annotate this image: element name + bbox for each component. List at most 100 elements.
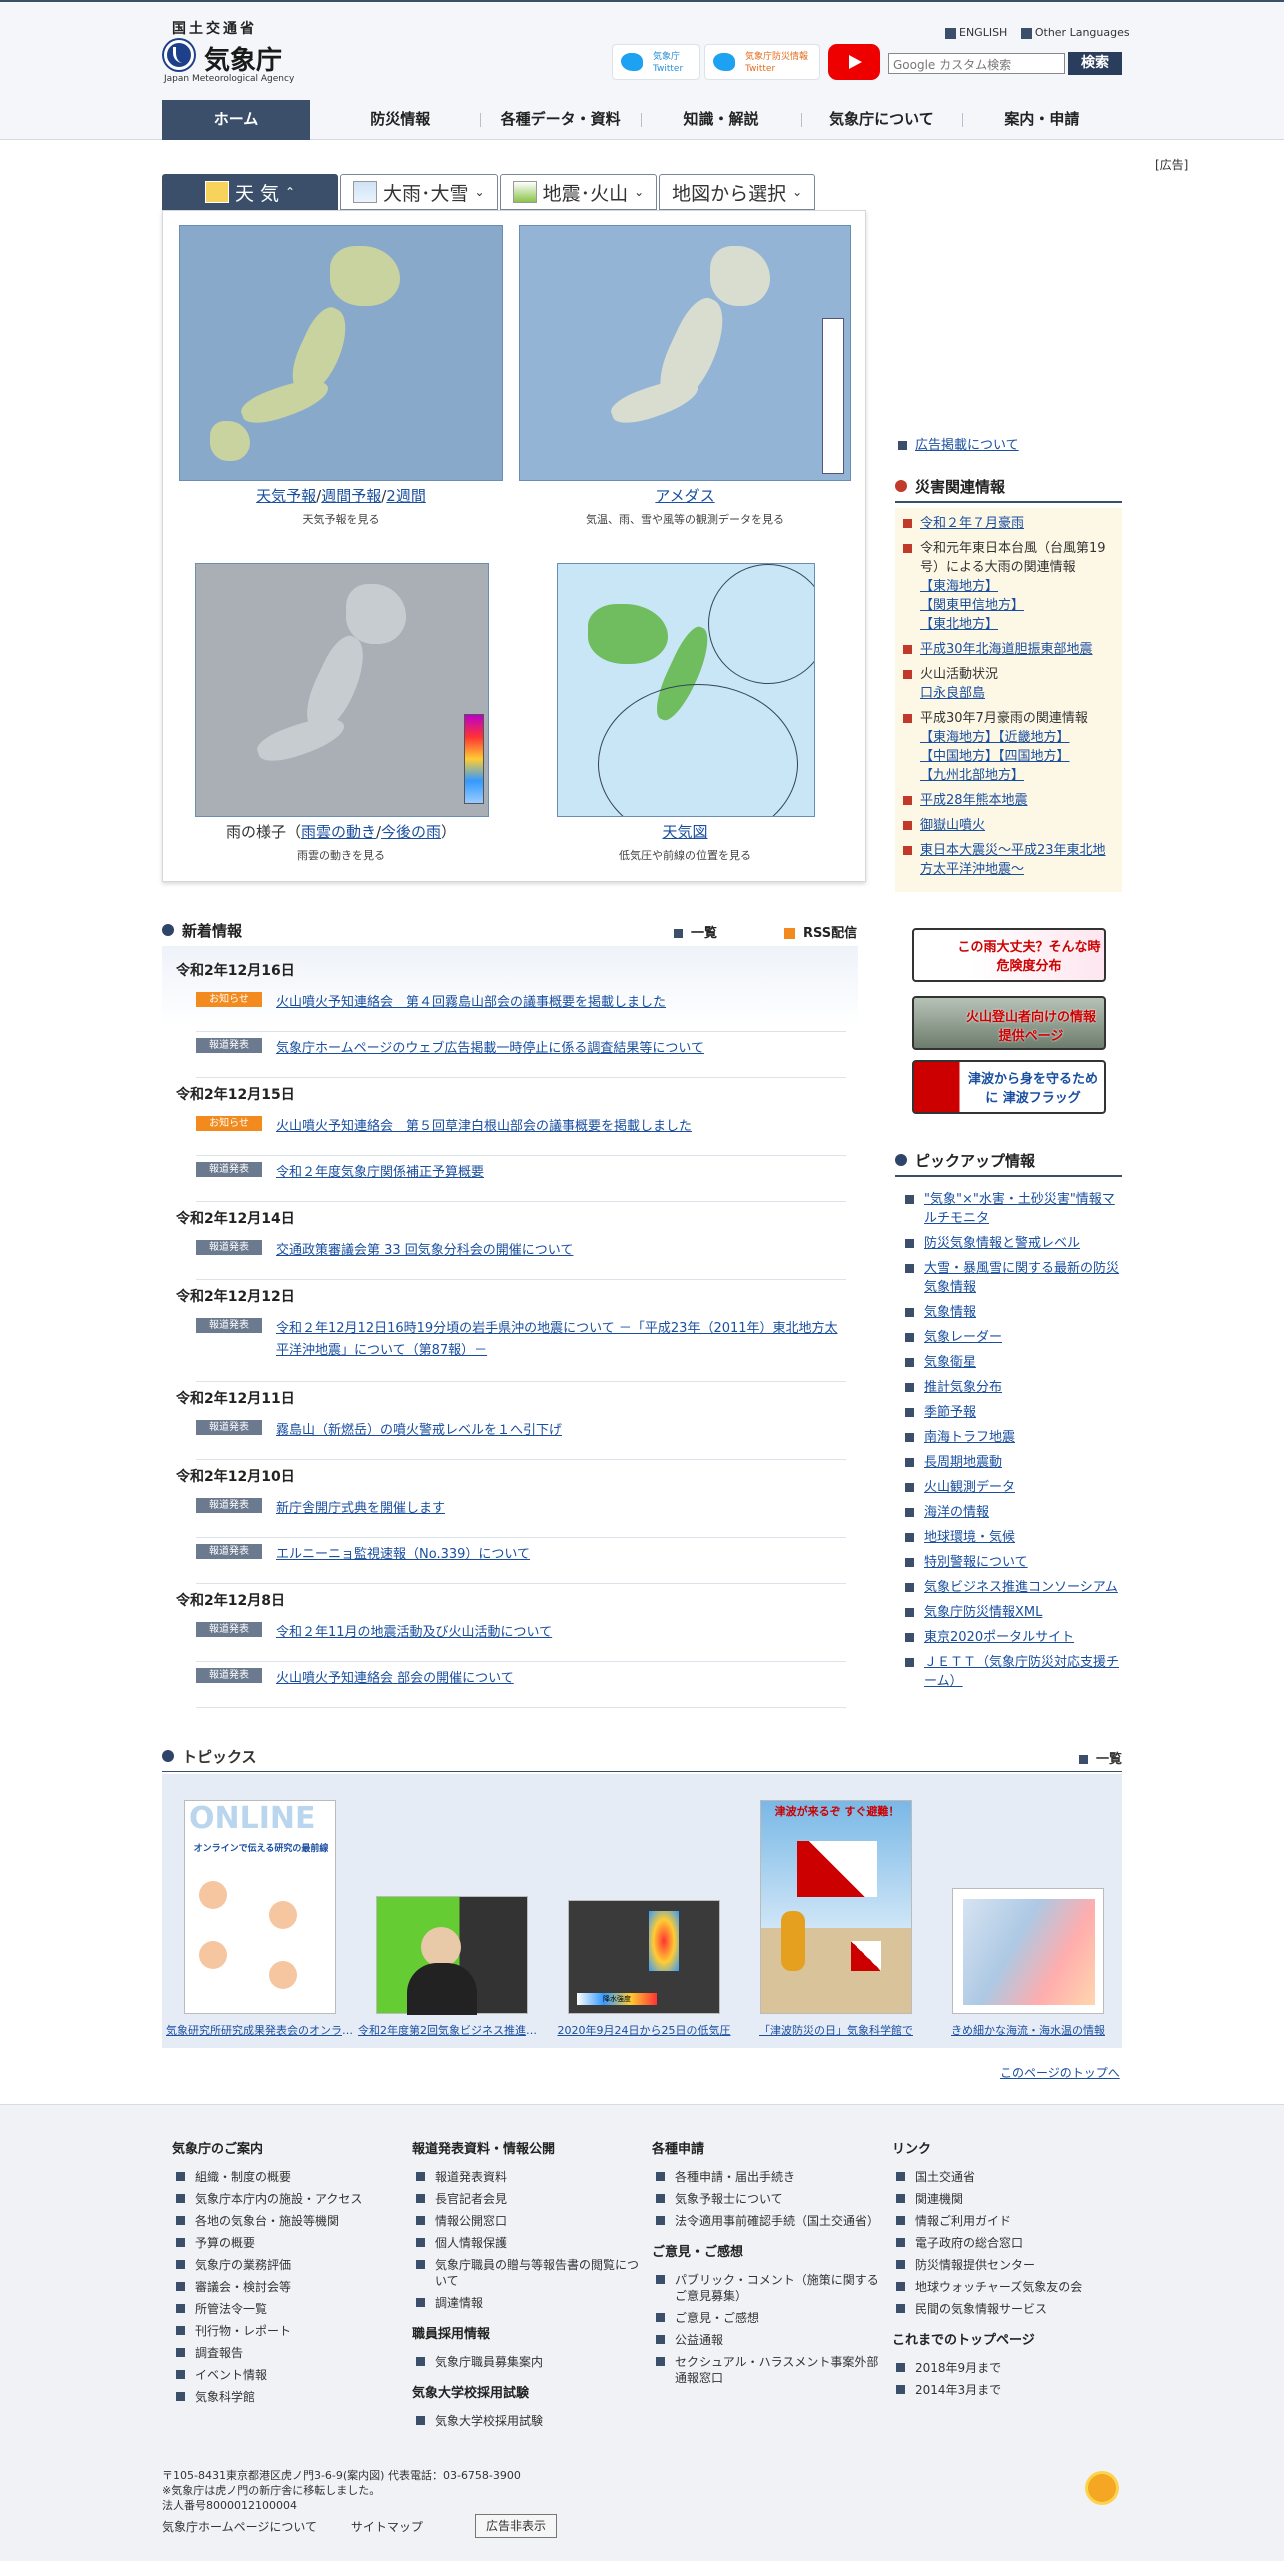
sitemap-link[interactable]: サイトマップ <box>351 2520 423 2534</box>
footer-link[interactable]: 法令適用事前確認手続（国土交通省） <box>675 2213 879 2229</box>
pickup-item[interactable]: 火山観測データ <box>895 1478 1122 1497</box>
topics-list-link[interactable]: 一覧 <box>1078 1748 1122 1767</box>
footer-link[interactable]: 情報公開窓口 <box>435 2213 507 2229</box>
footer-item[interactable]: パブリック・コメント（施策に関するご意見募集） <box>652 2272 882 2304</box>
footer-link[interactable]: 気象庁職員募集案内 <box>435 2354 543 2370</box>
footer-link[interactable]: 気象庁職員の贈与等報告書の閲覧について <box>435 2257 642 2289</box>
footer-item[interactable]: 調査報告 <box>172 2345 402 2361</box>
pickup-item[interactable]: 気象情報 <box>895 1303 1122 1322</box>
pickup-link[interactable]: 気象レーダー <box>924 1328 1002 1347</box>
footer-item[interactable]: 刊行物・レポート <box>172 2323 402 2339</box>
footer-item[interactable]: 組織・制度の概要 <box>172 2169 402 2185</box>
footer-item[interactable]: 公益通報 <box>652 2332 882 2348</box>
pickup-link[interactable]: 気象庁防災情報XML <box>924 1603 1042 1622</box>
hide-ad-button[interactable]: 広告非表示 <box>475 2514 557 2538</box>
topic-title[interactable]: 気象研究所研究成果発表会のオンライン開催 <box>166 2022 354 2038</box>
footer-item[interactable]: セクシュアル・ハラスメント事案外部通報窓口 <box>652 2354 882 2386</box>
news-list-link[interactable]: 一覧 <box>674 922 717 941</box>
footer-link[interactable]: 調査報告 <box>195 2345 243 2361</box>
twitter-disaster-button[interactable]: 気象庁防災情報 Twitter <box>704 44 820 80</box>
footer-item[interactable]: ご意見・ご感想 <box>652 2310 882 2326</box>
weather-chart-map[interactable] <box>557 563 815 817</box>
footer-link[interactable]: 審議会・検討会等 <box>195 2279 291 2295</box>
footer-item[interactable]: 各地の気象台・施設等機関 <box>172 2213 402 2229</box>
footer-item[interactable]: 気象庁職員の贈与等報告書の閲覧について <box>412 2257 642 2289</box>
pickup-item[interactable]: 南海トラフ地震 <box>895 1428 1122 1447</box>
youtube-icon[interactable] <box>828 44 880 80</box>
news-link[interactable]: 令和２年11月の地震活動及び火山活動について <box>276 1622 846 1644</box>
nav-home[interactable]: ホーム <box>162 100 310 140</box>
footer-item[interactable]: 気象科学館 <box>172 2389 402 2405</box>
tab-map-select[interactable]: 地図から選択 ⌄ <box>659 174 816 210</box>
footer-link[interactable]: 防災情報提供センター <box>915 2257 1035 2273</box>
pickup-item[interactable]: 特別警報について <box>895 1553 1122 1572</box>
nav-knowledge[interactable]: 知識・解説 <box>640 100 801 140</box>
mascot-icon[interactable] <box>1088 2474 1116 2502</box>
pickup-item[interactable]: 推計気象分布 <box>895 1378 1122 1397</box>
footer-link[interactable]: ご意見・ご感想 <box>675 2310 759 2326</box>
footer-item[interactable]: 各種申請・届出手続き <box>652 2169 882 2185</box>
pickup-link[interactable]: 南海トラフ地震 <box>924 1428 1015 1447</box>
footer-link[interactable]: 報道発表資料 <box>435 2169 507 2185</box>
search-button[interactable]: 検索 <box>1068 52 1122 75</box>
other-languages-link[interactable]: Other Languages <box>1035 26 1130 39</box>
pickup-item[interactable]: 東京2020ポータルサイト <box>895 1628 1122 1647</box>
footer-item[interactable]: 国土交通省 <box>892 2169 1122 2185</box>
pickup-link[interactable]: 季節予報 <box>924 1403 976 1422</box>
amedas-map[interactable] <box>519 225 851 481</box>
disaster-link[interactable]: 【東北地方】 <box>920 615 1114 634</box>
pickup-link[interactable]: 気象衛星 <box>924 1353 976 1372</box>
ad-info-link-text[interactable]: 広告掲載について <box>915 438 1019 453</box>
footer-link[interactable]: 国土交通省 <box>915 2169 975 2185</box>
disaster-link[interactable]: 御嶽山噴火 <box>920 816 985 835</box>
footer-link[interactable]: 所管法令一覧 <box>195 2301 267 2317</box>
footer-item[interactable]: イベント情報 <box>172 2367 402 2383</box>
pickup-item[interactable]: "気象"×"水害・土砂災害"情報マルチモニタ <box>895 1190 1122 1228</box>
footer-link[interactable]: イベント情報 <box>195 2367 267 2383</box>
weather-chart-link-text[interactable]: 天気図 <box>662 823 707 841</box>
forecast-link[interactable]: 天気予報 <box>256 487 316 505</box>
footer-item[interactable]: 法令適用事前確認手続（国土交通省） <box>652 2213 882 2229</box>
footer-link[interactable]: 気象科学館 <box>195 2389 255 2405</box>
footer-item[interactable]: 所管法令一覧 <box>172 2301 402 2317</box>
news-link[interactable]: 令和２年度気象庁関係補正予算概要 <box>276 1162 846 1184</box>
footer-item[interactable]: 気象庁本庁内の施設・アクセス <box>172 2191 402 2207</box>
about-site-link[interactable]: 気象庁ホームページについて <box>162 2520 317 2534</box>
news-link[interactable]: エルニーニョ監視速報（No.339）について <box>276 1544 846 1566</box>
pickup-link[interactable]: 気象情報 <box>924 1303 976 1322</box>
footer-link[interactable]: 関連機関 <box>915 2191 963 2207</box>
footer-item[interactable]: 地球ウォッチャーズ気象友の会 <box>892 2279 1122 2295</box>
topic-card[interactable]: 降水強度 2020年9月24日から25日の低気圧 <box>550 1900 738 2038</box>
topic-title[interactable]: 2020年9月24日から25日の低気圧 <box>550 2022 738 2038</box>
jma-logo[interactable]: 国土交通省 気象庁 Japan Meteorological Agency <box>162 18 302 88</box>
footer-item[interactable]: 気象庁の業務評価 <box>172 2257 402 2273</box>
footer-item[interactable]: 電子政府の総合窓口 <box>892 2235 1122 2251</box>
disaster-link[interactable]: 令和２年７月豪雨 <box>920 514 1024 533</box>
pickup-item[interactable]: 大雪・暴風雪に関する最新の防災気象情報 <box>895 1259 1122 1297</box>
news-link[interactable]: 霧島山（新燃岳）の噴火警戒レベルを１へ引下げ <box>276 1420 846 1442</box>
tab-heavy-rain[interactable]: 大雨･大雪 ⌄ <box>340 174 498 210</box>
amedas-link-text[interactable]: アメダス <box>655 487 714 505</box>
footer-link[interactable]: 各地の気象台・施設等機関 <box>195 2213 339 2229</box>
footer-item[interactable]: 民間の気象情報サービス <box>892 2301 1122 2317</box>
pickup-link[interactable]: 東京2020ポータルサイト <box>924 1628 1074 1647</box>
volcano-climber-banner[interactable]: 火山登山者向けの情報提供ページ <box>912 996 1106 1050</box>
footer-link[interactable]: 調達情報 <box>435 2295 483 2311</box>
search-input[interactable]: Google カスタム検索 <box>888 53 1065 74</box>
footer-item[interactable]: 情報公開窓口 <box>412 2213 642 2229</box>
tab-weather[interactable]: 天 気 ⌃ <box>162 174 338 210</box>
pickup-link[interactable]: "気象"×"水害・土砂災害"情報マルチモニタ <box>924 1190 1122 1228</box>
news-link[interactable]: 新庁舎開庁式典を開催します <box>276 1498 846 1520</box>
page-top-link-text[interactable]: このページのトップへ <box>1000 2066 1120 2080</box>
footer-link[interactable]: 個人情報保護 <box>435 2235 507 2251</box>
footer-item[interactable]: 審議会・検討会等 <box>172 2279 402 2295</box>
pickup-link[interactable]: 火山観測データ <box>924 1478 1015 1497</box>
footer-item[interactable]: 予算の概要 <box>172 2235 402 2251</box>
english-link[interactable]: ENGLISH <box>959 26 1007 39</box>
footer-link[interactable]: 地球ウォッチャーズ気象友の会 <box>915 2279 1082 2295</box>
footer-link[interactable]: 組織・制度の概要 <box>195 2169 291 2185</box>
news-link[interactable]: 気象庁ホームページのウェブ広告掲載一時停止に係る調査結果等について <box>276 1038 846 1060</box>
two-week-forecast-link[interactable]: 2週間 <box>386 487 426 505</box>
pickup-item[interactable]: 季節予報 <box>895 1403 1122 1422</box>
nav-disaster-info[interactable]: 防災情報 <box>320 100 480 140</box>
